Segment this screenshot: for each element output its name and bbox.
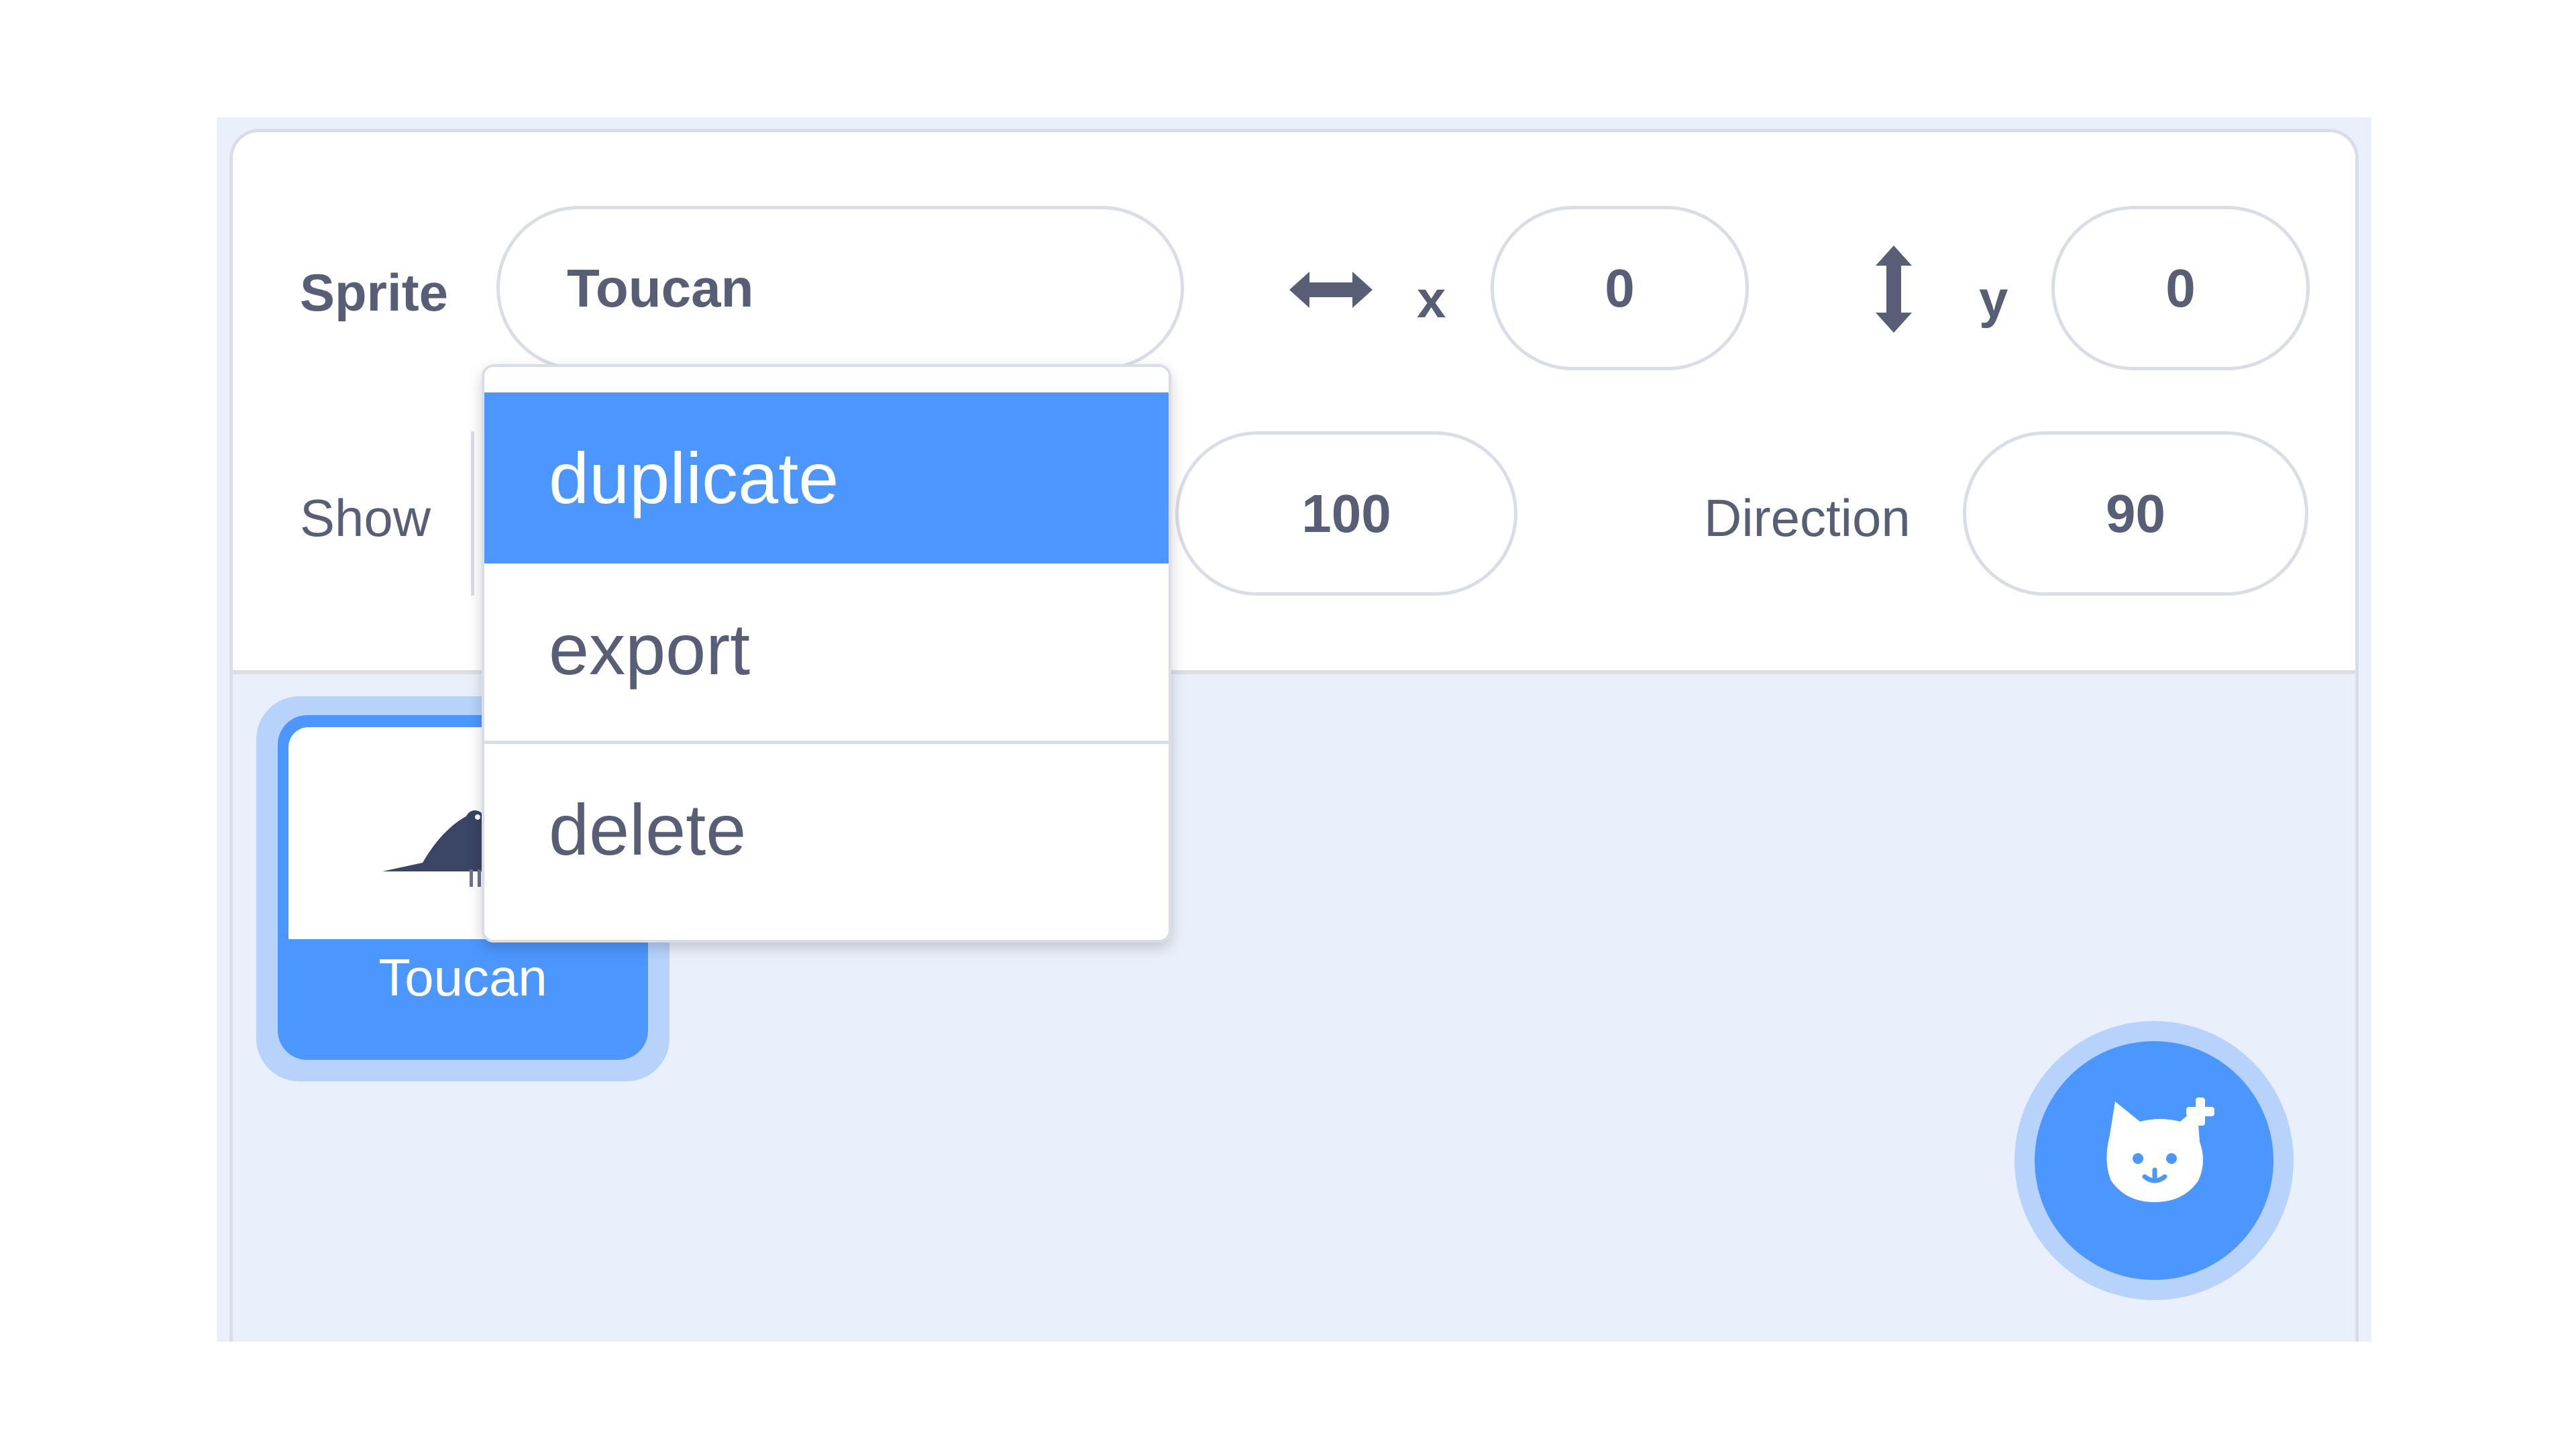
menu-item-export[interactable]: export	[484, 564, 1169, 735]
size-input[interactable]: 100	[1175, 431, 1517, 596]
cat-plus-icon	[2106, 1097, 2214, 1202]
choose-sprite-button[interactable]	[2015, 1021, 2294, 1300]
menu-item-duplicate[interactable]: duplicate	[484, 392, 1169, 564]
arrows-vertical-icon	[1876, 246, 1912, 333]
direction-value: 90	[2106, 483, 2165, 543]
y-label: y	[1979, 270, 2008, 329]
sprite-pane-screenshot: Sprite Toucan x 0 y 0 Show 100 Direction…	[0, 0, 2576, 1449]
y-value: 0	[2165, 258, 2196, 318]
size-value: 100	[1301, 483, 1391, 543]
direction-input[interactable]: 90	[1963, 431, 2308, 596]
x-value: 0	[1605, 258, 1635, 318]
direction-label: Direction	[1704, 488, 1911, 547]
x-label: x	[1417, 270, 1446, 329]
choose-sprite-button-core	[2035, 1041, 2273, 1280]
sprite-name-input[interactable]: Toucan	[496, 206, 1184, 370]
show-label: Show	[300, 488, 431, 547]
arrows-horizontal-icon	[1289, 272, 1373, 308]
sprite-context-menu: duplicate export delete	[482, 364, 1171, 943]
x-position-input[interactable]: 0	[1491, 206, 1749, 370]
y-position-input[interactable]: 0	[2051, 206, 2310, 370]
menu-item-delete[interactable]: delete	[484, 744, 1169, 915]
sprite-tile-name: Toucan	[378, 948, 547, 1007]
sprite-label: Sprite	[300, 263, 449, 322]
sprite-name-value: Toucan	[567, 258, 754, 318]
